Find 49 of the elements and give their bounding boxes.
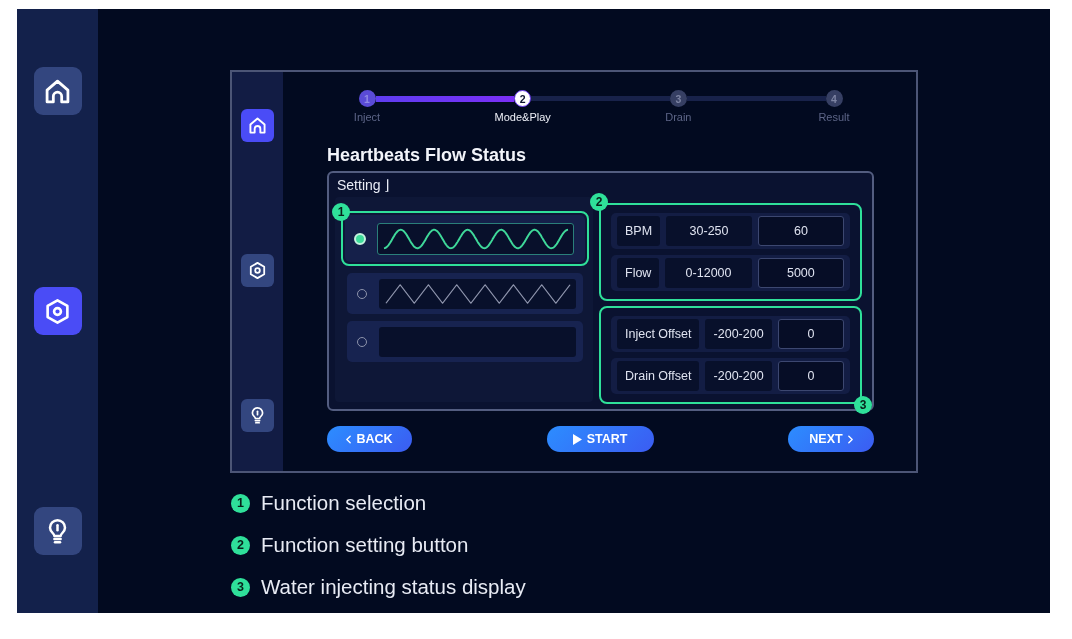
waveform-option[interactable] — [347, 273, 583, 314]
step-number: 3 — [669, 90, 687, 107]
start-button[interactable]: START — [546, 426, 654, 452]
step-label: Result — [818, 111, 850, 123]
back-button[interactable]: BACK — [327, 426, 412, 452]
legend-number: 2 — [231, 535, 250, 555]
callout-number: 2 — [590, 193, 608, 211]
home-icon — [249, 117, 266, 134]
step-label: Inject — [353, 111, 381, 123]
lightbulb-icon — [249, 407, 266, 424]
value-field[interactable]: 0 — [777, 319, 844, 349]
next-button[interactable]: NEXT — [788, 426, 874, 452]
parameter-label: Inject Offset — [617, 319, 700, 349]
callout-number: 3 — [854, 396, 872, 414]
nav-button[interactable] — [241, 399, 274, 432]
step-label: Drain — [665, 111, 692, 123]
settings-icon — [249, 262, 266, 279]
nav-button[interactable] — [33, 507, 82, 555]
settings-icon — [45, 298, 70, 324]
step-label: Mode&Play — [494, 111, 551, 123]
range-label: 30-250 — [666, 216, 753, 246]
page-title: Heartbeats Flow Status — [327, 144, 528, 166]
value-field[interactable]: 60 — [758, 216, 844, 246]
range-label: 0-12000 — [665, 258, 752, 288]
legend-number: 3 — [231, 577, 250, 597]
parameter-label: BPM — [617, 216, 661, 246]
nav-button[interactable] — [33, 67, 82, 115]
range-label: -200-200 — [705, 319, 772, 349]
step-number: 4 — [825, 90, 843, 107]
range-label: -200-200 — [705, 361, 772, 391]
parameter-label: Flow — [617, 258, 660, 288]
chevron-right-icon — [847, 434, 853, 444]
legend-text: Water injecting status display — [261, 575, 526, 599]
legend-number: 1 — [231, 493, 250, 513]
chevron-left-icon — [346, 434, 352, 444]
legend-text: Function selection — [261, 491, 427, 515]
value-field[interactable]: 0 — [777, 361, 844, 391]
home-icon — [45, 78, 70, 104]
nav-button[interactable] — [33, 287, 82, 335]
panel-title: Setting ⌋ — [336, 176, 391, 195]
legend-text: Function setting button — [261, 533, 469, 557]
parameter-label: Drain Offset — [617, 361, 700, 391]
callout-number: 1 — [332, 203, 350, 221]
step-number: 2 — [514, 90, 532, 107]
play-icon — [572, 433, 582, 445]
nav-button[interactable] — [241, 109, 274, 142]
value-field[interactable]: 5000 — [757, 258, 844, 288]
nav-button[interactable] — [241, 254, 274, 287]
step-number: 1 — [358, 90, 376, 107]
